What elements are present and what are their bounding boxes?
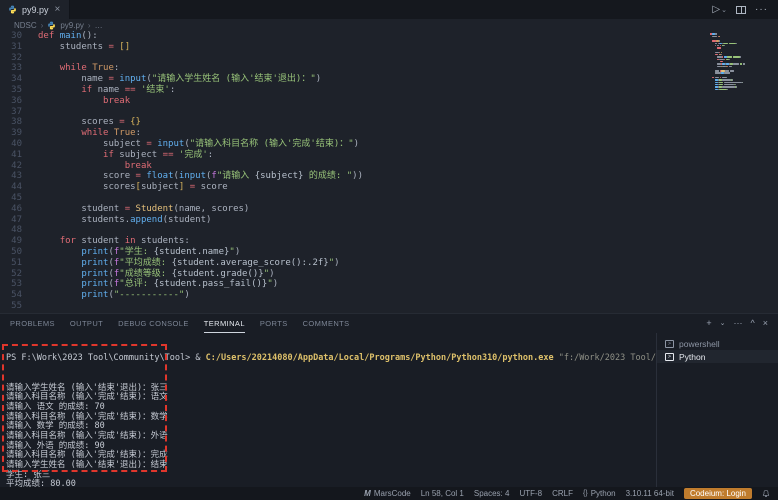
- code-line: 31 students = []: [0, 42, 778, 53]
- encoding-status[interactable]: UTF-8: [519, 489, 542, 498]
- editor-actions: ▷ ⌄ ···: [712, 0, 778, 19]
- code-editor[interactable]: 30def main():31 students = []3233 while …: [0, 31, 778, 313]
- bottom-panel: PROBLEMS OUTPUT DEBUG CONSOLE TERMINAL PORTS…: [0, 313, 778, 487]
- code-line: 52 print(f"成绩等级: {student.grade()}"): [0, 269, 778, 280]
- panel-tab-terminal[interactable]: TERMINAL: [204, 314, 245, 333]
- breadcrumb-file[interactable]: py9.py: [60, 21, 84, 30]
- python-interpreter-status[interactable]: 3.10.11 64-bit: [626, 489, 674, 498]
- play-icon: ▷: [712, 4, 720, 15]
- status-bar: M MarsCode Ln 58, Col 1 Spaces: 4 UTF-8 …: [0, 487, 778, 500]
- breadcrumb-folder[interactable]: NDSC: [14, 21, 37, 30]
- code-line: 50 print(f"学生: {student.name}"): [0, 247, 778, 258]
- new-terminal-icon[interactable]: +: [706, 319, 711, 328]
- language-mode-status[interactable]: {} Python: [583, 489, 616, 498]
- editor-tab-bar: py9.py × ▷ ⌄ ···: [0, 0, 778, 19]
- code-line: 40 subject = input("请输入科目名称 (输入'完成'结束)："…: [0, 139, 778, 150]
- code-line: 44 scores[subject] = score: [0, 182, 778, 193]
- terminal-line: 请输入学生姓名 (输入'结束'退出)：结束: [6, 461, 656, 471]
- python-icon: [47, 21, 56, 30]
- terminal-instance-label: Python: [679, 352, 705, 362]
- more-actions-icon[interactable]: ···: [755, 4, 768, 15]
- marscode-icon: M: [364, 489, 371, 498]
- code-line: 49 for student in students:: [0, 236, 778, 247]
- code-line: 43 score = float(input(f"请输入 {subject} 的…: [0, 171, 778, 182]
- code-line: 51 print(f"平均成绩: {student.average_score(…: [0, 258, 778, 269]
- panel-header: PROBLEMS OUTPUT DEBUG CONSOLE TERMINAL PORTS…: [0, 314, 778, 333]
- terminal-line: 学生: 张三: [6, 471, 656, 481]
- terminal-icon: >: [665, 340, 674, 348]
- terminal-list: > powershell > Python: [656, 333, 778, 487]
- tab-label: py9.py: [22, 5, 49, 15]
- panel-icons: + ⌄ ··· ^ ×: [706, 319, 768, 328]
- breadcrumb-separator: ›: [41, 21, 44, 30]
- code-line: 38 scores = {}: [0, 117, 778, 128]
- terminal-instance-label: powershell: [679, 339, 720, 349]
- code-line: 34 name = input("请输入学生姓名 (输入'结束'退出)："): [0, 74, 778, 85]
- terminal-output[interactable]: PS F:\Work\2023 Tool\Community\Tool> & C…: [0, 333, 656, 487]
- tab-close-icon[interactable]: ×: [54, 5, 62, 15]
- code-line: 46 student = Student(name, scores): [0, 204, 778, 215]
- code-line: 39 while True:: [0, 128, 778, 139]
- maximize-panel-icon[interactable]: ^: [751, 319, 755, 328]
- code-line: 55: [0, 301, 778, 312]
- panel-tabs: PROBLEMS OUTPUT DEBUG CONSOLE TERMINAL PORTS…: [10, 314, 365, 333]
- code-line: 41 if subject == '完成':: [0, 150, 778, 161]
- code-line: 30def main():: [0, 31, 778, 42]
- terminal-line: 平均成绩: 80.00: [6, 480, 656, 487]
- script-path: "f:/Work/2023 Tool/Community/Tool/NDSC/p…: [559, 353, 656, 363]
- panel-tab-ports[interactable]: PORTS: [260, 314, 288, 333]
- notifications-bell-icon[interactable]: [762, 489, 770, 498]
- terminal-output-lines: 请输入学生姓名 (输入'结束'退出)：张三请输入科目名称 (输入'完成'结束)：…: [6, 384, 656, 488]
- marscode-status-item[interactable]: M MarsCode: [364, 489, 411, 498]
- code-lines: 30def main():31 students = []3233 while …: [0, 31, 778, 312]
- python-icon: [8, 5, 17, 14]
- vscode-window: py9.py × ▷ ⌄ ··· NDSC › py9.py › … 30def…: [0, 0, 778, 500]
- terminal-icon: >: [665, 353, 674, 361]
- code-line: 32: [0, 53, 778, 64]
- chevron-down-icon[interactable]: ⌄: [721, 6, 727, 14]
- panel-tab-debug-console[interactable]: DEBUG CONSOLE: [118, 314, 189, 333]
- code-line: 36 break: [0, 96, 778, 107]
- close-panel-icon[interactable]: ×: [763, 319, 768, 328]
- panel-tab-problems[interactable]: PROBLEMS: [10, 314, 55, 333]
- breadcrumb-separator: ›: [88, 21, 91, 30]
- tab-py9py[interactable]: py9.py ×: [0, 0, 70, 19]
- breadcrumb-symbol[interactable]: …: [95, 21, 103, 30]
- terminal-instance-powershell[interactable]: > powershell: [657, 337, 778, 350]
- cursor-position-status[interactable]: Ln 58, Col 1: [421, 489, 464, 498]
- minimap-line: [710, 90, 752, 92]
- terminal-dropdown-icon[interactable]: ⌄: [720, 320, 726, 327]
- minimap[interactable]: [710, 33, 752, 93]
- code-line: 42 break: [0, 161, 778, 172]
- codeium-login-button[interactable]: Codeium: Login: [684, 488, 752, 499]
- eol-status[interactable]: CRLF: [552, 489, 573, 498]
- code-line: 53 print(f"总评: {student.pass_fail()}"): [0, 279, 778, 290]
- code-line: 35 if name == '结束':: [0, 85, 778, 96]
- code-line: 37: [0, 107, 778, 118]
- indentation-status[interactable]: Spaces: 4: [474, 489, 510, 498]
- code-line: 47 students.append(student): [0, 215, 778, 226]
- panel-tab-output[interactable]: OUTPUT: [70, 314, 103, 333]
- terminal-instance-python[interactable]: > Python: [657, 350, 778, 363]
- split-editor-icon[interactable]: [736, 6, 746, 14]
- panel-more-icon[interactable]: ···: [734, 319, 743, 328]
- code-line: 45: [0, 193, 778, 204]
- python-exe-path: C:/Users/20214080/AppData/Local/Programs…: [206, 353, 559, 363]
- code-line: 54 print("-----------"): [0, 290, 778, 301]
- panel-tab-comments[interactable]: COMMENTS: [303, 314, 350, 333]
- run-button[interactable]: ▷ ⌄: [712, 4, 727, 15]
- breadcrumb: NDSC › py9.py › …: [0, 19, 778, 31]
- terminal-command-line: PS F:\Work\2023 Tool\Community\Tool> & C…: [6, 354, 656, 364]
- code-line: 48: [0, 225, 778, 236]
- code-line: 33 while True:: [0, 63, 778, 74]
- braces-icon: {}: [583, 490, 588, 497]
